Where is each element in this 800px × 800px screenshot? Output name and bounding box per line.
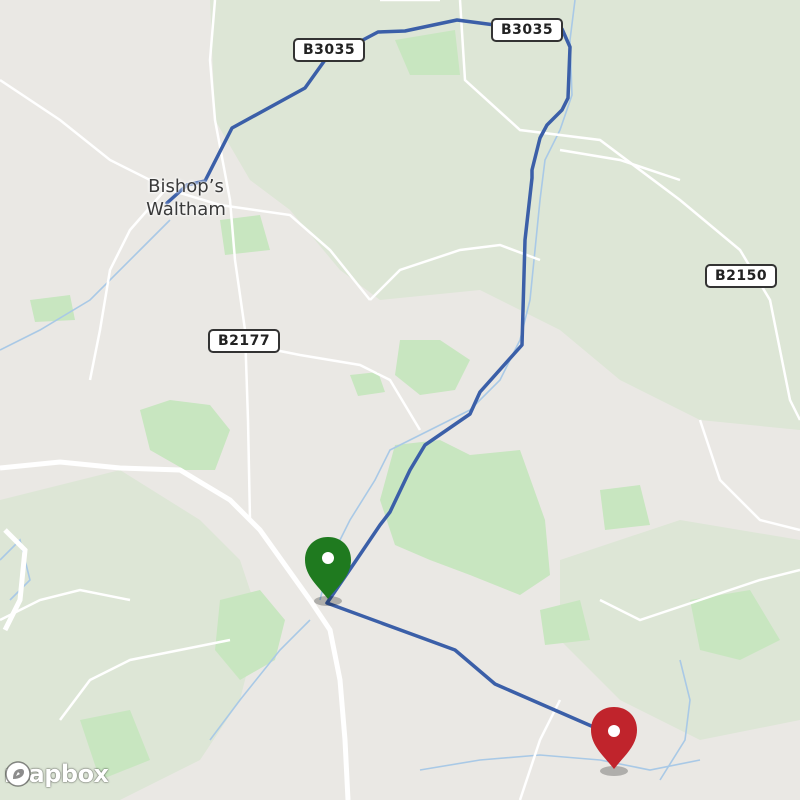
- road-shield-b3035-west: B3035: [293, 38, 366, 62]
- road-shield-b2150: B2150: [705, 264, 778, 288]
- road-shield-b3035-east: B3035: [491, 18, 564, 42]
- map-canvas[interactable]: Bishop’s Waltham B3035 B3035 B2177 B2150…: [0, 0, 800, 800]
- end-marker-dot: [608, 725, 620, 737]
- map-base-layer: [0, 0, 800, 800]
- road-shield-b2177: B2177: [208, 329, 281, 353]
- place-label-bishops-waltham: Bishop’s Waltham: [128, 175, 244, 221]
- place-label-line-2: Waltham: [146, 199, 226, 220]
- start-marker-dot: [322, 552, 334, 564]
- place-label-line-1: Bishop’s: [148, 176, 224, 197]
- mapbox-logo-icon: [5, 761, 31, 787]
- woodland-areas: [0, 0, 800, 800]
- mapbox-logo[interactable]: mapbox: [4, 760, 109, 788]
